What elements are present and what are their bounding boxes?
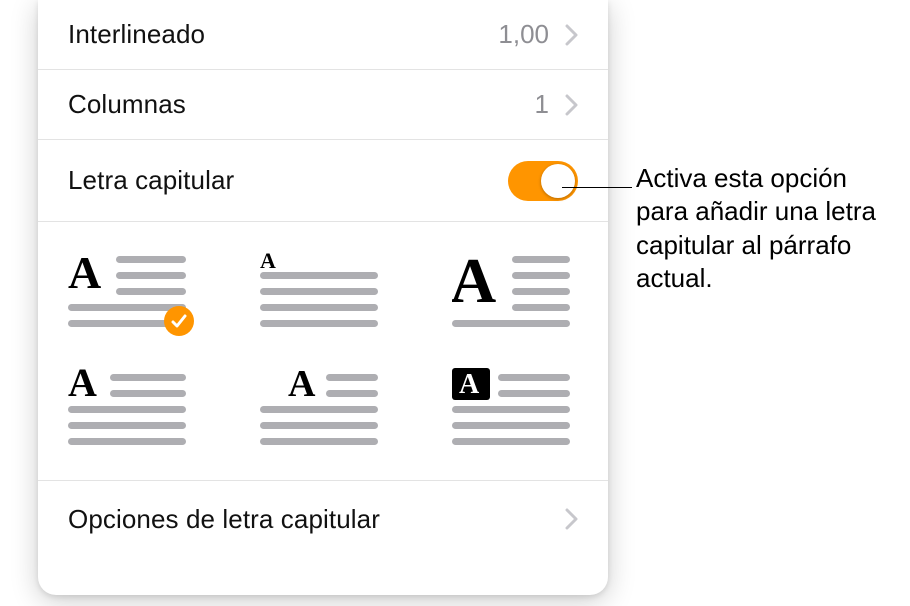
dropcap-label: Letra capitular [68, 165, 234, 196]
dropcap-options-label: Opciones de letra capitular [68, 504, 380, 535]
svg-text:A: A [260, 250, 276, 273]
chevron-right-icon [565, 94, 578, 116]
columns-value-group: 1 [535, 89, 578, 120]
svg-text:A: A [452, 250, 496, 316]
dropcap-style-4[interactable]: A [68, 368, 186, 446]
dropcap-style-2[interactable]: A [260, 250, 378, 328]
checkmark-icon [164, 306, 194, 336]
dropcap-toggle[interactable] [508, 161, 578, 201]
dropcap-style-grid: A A A [38, 222, 608, 481]
dropcap-style-3[interactable]: A [452, 250, 570, 328]
dropcap-toggle-row: Letra capitular [38, 140, 608, 222]
svg-text:A: A [68, 368, 97, 405]
svg-text:A: A [288, 368, 316, 405]
dropcap-style-6[interactable]: A [452, 368, 570, 446]
format-panel: Interlineado 1,00 Columnas 1 Letra capit… [38, 0, 608, 595]
dropcap-style-1[interactable]: A [68, 250, 186, 328]
line-spacing-row[interactable]: Interlineado 1,00 [38, 0, 608, 70]
svg-text:A: A [459, 369, 480, 400]
line-spacing-label: Interlineado [68, 19, 205, 50]
line-spacing-value: 1,00 [498, 19, 549, 50]
svg-text:A: A [68, 250, 101, 298]
line-spacing-value-group: 1,00 [498, 19, 578, 50]
columns-value: 1 [535, 89, 549, 120]
callout-leader-line [562, 187, 632, 188]
dropcap-style-5[interactable]: A [260, 368, 378, 446]
dropcap-options-row[interactable]: Opciones de letra capitular [38, 481, 608, 557]
chevron-right-icon [565, 24, 578, 46]
chevron-right-icon [565, 508, 578, 530]
columns-label: Columnas [68, 89, 186, 120]
columns-row[interactable]: Columnas 1 [38, 70, 608, 140]
callout-text: Activa esta opción para añadir una letra… [636, 162, 886, 295]
toggle-knob [541, 164, 575, 198]
